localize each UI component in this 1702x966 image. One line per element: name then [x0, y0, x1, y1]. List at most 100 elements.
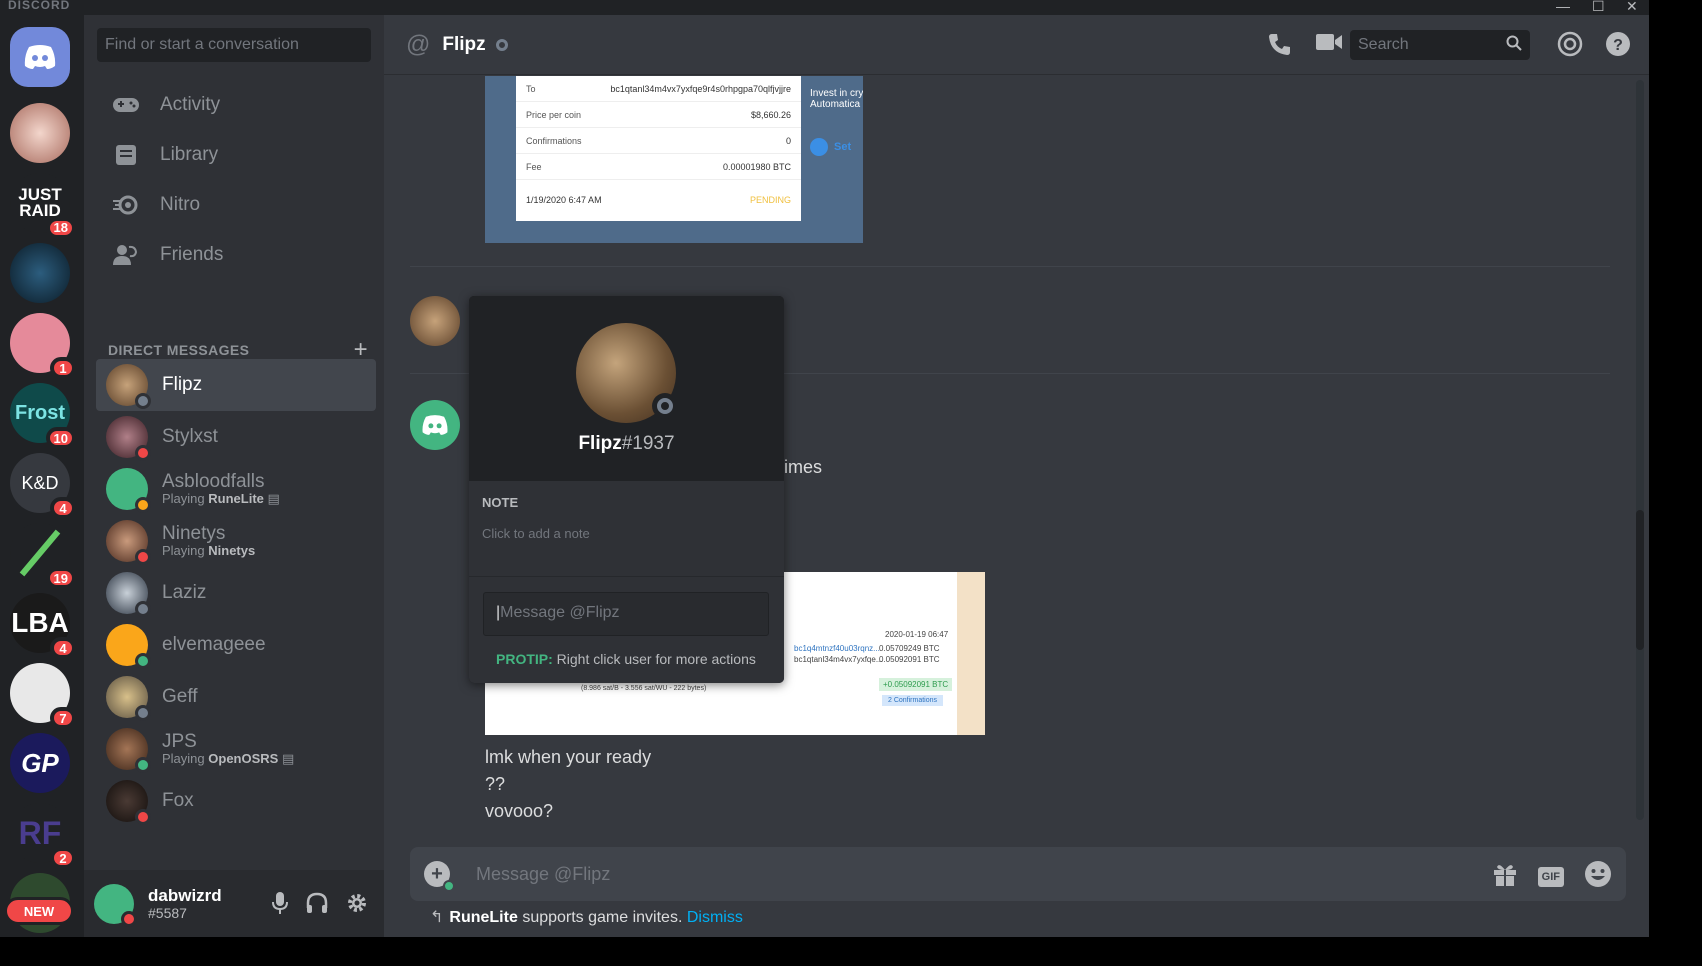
status-offline-icon	[495, 38, 508, 51]
dm-item-stylxst[interactable]: Stylxst	[96, 411, 376, 463]
search-placeholder: Search	[1358, 36, 1409, 53]
chat-scrollbar[interactable]	[1636, 80, 1644, 820]
message-divider	[410, 266, 1610, 267]
receipt-row: Fee 0.00001980 BTC	[516, 154, 801, 180]
video-call-icon[interactable]	[1315, 31, 1343, 62]
unread-badge: 2	[50, 847, 76, 869]
emoji-icon[interactable]	[1584, 860, 1612, 893]
nav-label: Library	[160, 144, 219, 165]
tx-received-badge: +0.05092091 BTC	[879, 678, 953, 691]
headphones-icon[interactable]	[306, 892, 328, 919]
dm-item-elvemageee[interactable]: elvemageee	[96, 619, 376, 671]
receipt-key: To	[526, 83, 536, 94]
activity-game: Ninetys	[208, 543, 256, 558]
note-field[interactable]: Click to add a note	[482, 526, 590, 541]
receipt-date: 1/19/2020 6:47 AM	[526, 195, 602, 205]
server-label: K&D	[21, 472, 59, 493]
new-unreads-badge[interactable]: NEW	[4, 897, 74, 925]
server-2[interactable]	[10, 243, 70, 303]
server-9[interactable]: GP	[10, 733, 70, 793]
server-6[interactable]: 19	[10, 523, 76, 589]
popout-message-placeholder: Message @Flipz	[500, 604, 620, 621]
microphone-icon[interactable]	[272, 892, 288, 919]
server-0[interactable]	[10, 103, 70, 163]
dm-name: Laziz	[162, 582, 207, 603]
server-4[interactable]: Frost 10	[10, 383, 76, 449]
message-avatar[interactable]	[410, 400, 460, 450]
app-brand: DISCORD	[8, 0, 71, 12]
dm-item-laziz[interactable]: Laziz	[96, 567, 376, 619]
attached-image-receipt[interactable]: To bc1qtanl34m4vx7yxfqe9r4s0rhpgpa70qlfjv…	[485, 76, 863, 243]
server-3[interactable]: 1	[10, 313, 76, 379]
status-offline-icon	[135, 601, 151, 617]
dm-item-fox[interactable]: Fox	[96, 775, 376, 827]
activity-game: OpenOSRS	[208, 751, 279, 766]
dm-item-flipz[interactable]: Flipz	[96, 359, 376, 411]
message-text: vovooo?	[485, 801, 554, 821]
receipt-value: 0	[785, 135, 791, 146]
server-5[interactable]: K&D 4	[10, 453, 76, 519]
nav-library[interactable]: Library	[96, 133, 374, 177]
dm-name: Ninetys	[162, 523, 226, 544]
dm-item-jps[interactable]: JPS Playing OpenOSRS ▤	[96, 723, 376, 775]
close-icon[interactable]: ✕	[1626, 0, 1638, 15]
dm-name: Fox	[162, 790, 194, 811]
home-button[interactable]	[10, 27, 70, 87]
minimize-icon[interactable]: —	[1556, 0, 1570, 14]
avatar	[106, 416, 151, 461]
username: dabwizrd	[148, 885, 222, 905]
dm-name: Geff	[162, 686, 198, 707]
server-label: Frost	[15, 401, 65, 424]
title-bar: DISCORD — ☐ ✕	[0, 0, 1649, 15]
server-1[interactable]: JUST RAID 18	[10, 173, 76, 239]
dismiss-link[interactable]: Dismiss	[687, 909, 743, 926]
dm-item-ninetys[interactable]: Ninetys Playing Ninetys	[96, 515, 376, 567]
message-input[interactable]: Message @Flipz	[476, 864, 610, 885]
tx-fee: (8.986 sat/B - 3.556 sat/WU - 222 bytes)	[581, 685, 707, 692]
header-search-input[interactable]: Search	[1350, 30, 1530, 60]
server-10[interactable]: RF 2	[10, 803, 76, 869]
popout-username: Flipz#1937	[469, 433, 784, 455]
server-8[interactable]: 7	[10, 663, 76, 729]
dm-item-asbloodfalls[interactable]: Asbloodfalls Playing RuneLite ▤	[96, 463, 376, 515]
tx-date: 2020-01-19 06:47	[885, 630, 949, 639]
voice-call-icon[interactable]	[1267, 31, 1293, 62]
chat-header: @ Flipz Search ?	[384, 15, 1649, 75]
server-list: JUST RAID 18 1 Frost 10 K&D 4 19 LBA 4 7 GP …	[0, 15, 84, 937]
user-panel: dabwizrd #5587	[84, 870, 384, 937]
dm-item-geff[interactable]: Geff	[96, 671, 376, 723]
dm-name: Flipz	[162, 374, 203, 395]
dm-activity: Playing OpenOSRS ▤	[162, 752, 294, 766]
unread-badge: 4	[50, 497, 76, 519]
receipt-row: 1/19/2020 6:47 AM PENDING	[516, 180, 801, 220]
unread-badge: 19	[45, 567, 76, 589]
settings-gear-icon[interactable]	[346, 892, 368, 919]
popout-message-input[interactable]: |Message @Flipz	[483, 592, 769, 636]
popout-header: Flipz#1937	[469, 296, 784, 481]
nav-label: Activity	[160, 94, 221, 115]
status-dnd-icon	[135, 809, 151, 825]
avatar	[106, 572, 151, 617]
protip: PROTIP: Right click user for more action…	[496, 651, 756, 667]
help-icon[interactable]: ?	[1605, 31, 1631, 62]
status-dnd-icon	[135, 445, 151, 461]
avatar	[106, 780, 151, 825]
find-conversation-input[interactable]: Find or start a conversation	[97, 28, 371, 62]
activity-prefix: Playing	[162, 751, 205, 766]
server-label: JUST RAID	[18, 185, 62, 220]
gif-button[interactable]: GIF	[1537, 866, 1564, 887]
maximize-icon[interactable]: ☐	[1592, 0, 1605, 15]
notice-app: RuneLite	[449, 909, 518, 926]
user-avatar[interactable]	[94, 883, 137, 927]
gift-icon[interactable]	[1492, 861, 1518, 892]
nav-activity[interactable]: Activity	[96, 83, 374, 127]
scrollbar-thumb[interactable]	[1636, 510, 1644, 650]
message-avatar[interactable]	[410, 296, 460, 346]
mentions-icon[interactable]	[1557, 31, 1583, 62]
nav-friends[interactable]: Friends	[96, 233, 374, 277]
gamepad-icon	[112, 91, 140, 119]
upload-plus-icon[interactable]: +	[424, 861, 455, 892]
tx-amount: 0.05709249 BTC	[879, 644, 940, 653]
nav-nitro[interactable]: Nitro	[96, 183, 374, 227]
server-7[interactable]: LBA 4	[10, 593, 76, 659]
